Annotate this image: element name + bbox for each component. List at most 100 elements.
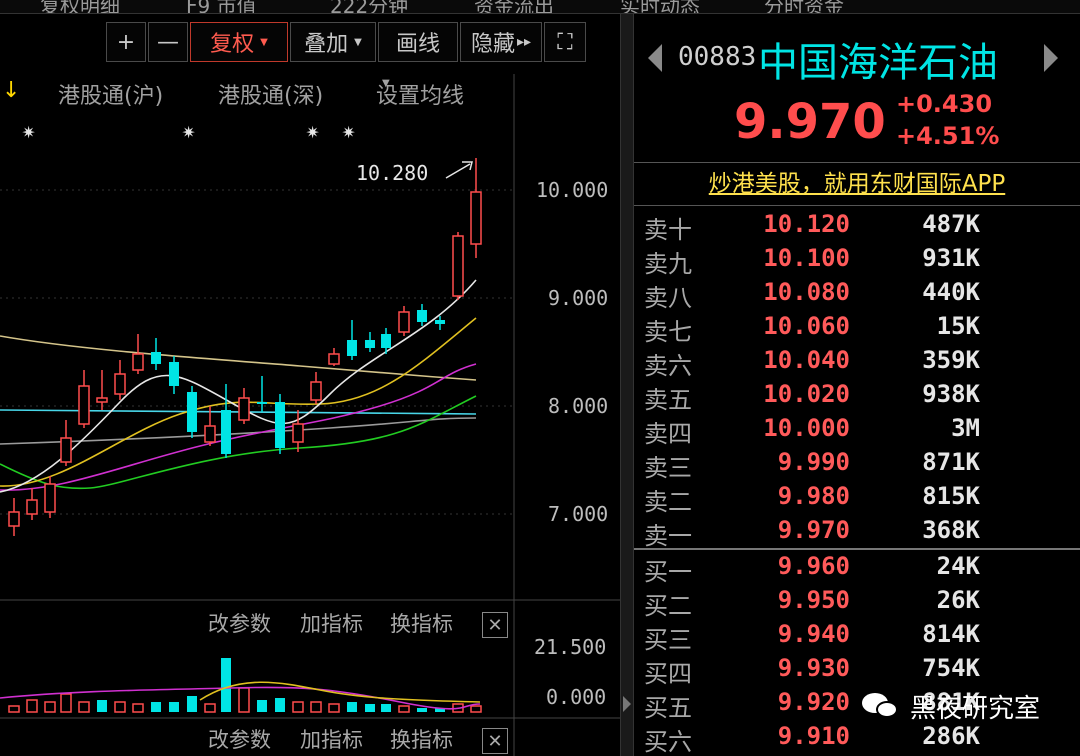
volume-bar bbox=[381, 704, 391, 712]
tab-item[interactable]: 资金流出 bbox=[474, 0, 554, 13]
candle-up[interactable] bbox=[44, 483, 56, 513]
add-indicator-button[interactable]: 加指标 bbox=[300, 724, 363, 754]
tab-item[interactable]: 复权明细 bbox=[40, 0, 120, 13]
book-price: 9.940 bbox=[777, 620, 850, 648]
peak-price-label: 10.280 bbox=[356, 161, 428, 185]
book-level-label: 买三 bbox=[644, 626, 692, 654]
ma-line-magenta bbox=[0, 363, 477, 491]
volume-axis-label: 21.500 bbox=[534, 635, 606, 659]
event-star-icon[interactable]: ✷ bbox=[22, 119, 35, 144]
book-level-label: 买二 bbox=[644, 592, 692, 620]
candle-up[interactable] bbox=[96, 397, 108, 403]
bid-row[interactable]: 买三 9.940 814K bbox=[634, 620, 1080, 654]
candle-down[interactable] bbox=[347, 340, 357, 356]
ask-row[interactable]: 卖十 10.120 487K bbox=[634, 210, 1080, 244]
bid-row[interactable]: 买四 9.930 754K bbox=[634, 654, 1080, 688]
book-price: 10.040 bbox=[763, 346, 850, 374]
next-stock-icon[interactable] bbox=[1044, 44, 1058, 72]
book-price: 9.950 bbox=[777, 586, 850, 614]
switch-indicator-button[interactable]: 换指标 bbox=[390, 724, 453, 754]
candle-down[interactable] bbox=[435, 320, 445, 324]
book-volume: 814K bbox=[922, 620, 980, 648]
modify-params-button[interactable]: 改参数 bbox=[208, 608, 271, 638]
candle-down[interactable] bbox=[257, 402, 267, 404]
book-volume: 871K bbox=[922, 448, 980, 476]
volume-bar bbox=[26, 699, 38, 713]
book-price: 9.990 bbox=[777, 448, 850, 476]
volume-bar bbox=[238, 687, 250, 713]
candle-up[interactable] bbox=[8, 511, 20, 527]
candle-down[interactable] bbox=[169, 362, 179, 386]
tab-item[interactable]: 分时资金 bbox=[764, 0, 844, 13]
event-star-icon[interactable]: ✷ bbox=[306, 119, 319, 144]
candle-up[interactable] bbox=[132, 353, 144, 371]
ask-row[interactable]: 卖五 10.020 938K bbox=[634, 380, 1080, 414]
candle-up[interactable] bbox=[26, 499, 38, 515]
candle-up[interactable] bbox=[78, 385, 90, 425]
switch-indicator-button[interactable]: 换指标 bbox=[390, 608, 453, 638]
close-icon[interactable]: ✕ bbox=[482, 728, 508, 754]
volume-bar bbox=[470, 705, 482, 713]
book-volume: 440K bbox=[922, 278, 980, 306]
candle-up[interactable] bbox=[310, 381, 322, 401]
kline-chart-panel: + — 复权 ▼ 叠加 ▼ 画线 隐藏 ▸▸ ⛶ ↓ 港股通(沪) 港股通(深)… bbox=[0, 14, 620, 756]
price-axis-label: 8.000 bbox=[548, 394, 608, 418]
ask-row[interactable]: 卖九 10.100 931K bbox=[634, 244, 1080, 278]
lower-indicator-toolbar: 改参数 加指标 换指标 bbox=[0, 724, 510, 754]
tab-item[interactable]: 222分钟 bbox=[330, 0, 408, 13]
ask-row[interactable]: 卖一 9.970 368K bbox=[634, 516, 1080, 550]
ask-row[interactable]: 卖二 9.980 815K bbox=[634, 482, 1080, 516]
candle-up[interactable] bbox=[398, 311, 410, 333]
candle-up[interactable] bbox=[238, 397, 250, 421]
book-volume: 26K bbox=[936, 586, 980, 614]
promo-link[interactable]: 炒港美股，就用东财国际APP bbox=[634, 162, 1080, 206]
book-price: 9.910 bbox=[777, 722, 850, 750]
candle-up[interactable] bbox=[204, 425, 216, 443]
book-price: 10.020 bbox=[763, 380, 850, 408]
panel-splitter[interactable] bbox=[620, 14, 634, 756]
candle-up[interactable] bbox=[470, 191, 482, 245]
ask-row[interactable]: 卖三 9.990 871K bbox=[634, 448, 1080, 482]
candle-up[interactable] bbox=[328, 353, 340, 365]
book-level-label: 卖五 bbox=[644, 386, 692, 414]
quote-panel: 00883 中国海洋石油 9.970 +0.430 +4.51% 炒港美股，就用… bbox=[634, 14, 1080, 756]
candle-up[interactable] bbox=[452, 235, 464, 297]
ask-row[interactable]: 卖四 10.000 3M bbox=[634, 414, 1080, 448]
book-price: 10.100 bbox=[763, 244, 850, 272]
ask-row[interactable]: 卖六 10.040 359K bbox=[634, 346, 1080, 380]
modify-params-button[interactable]: 改参数 bbox=[208, 724, 271, 754]
tab-item[interactable]: 实时动态 bbox=[620, 0, 700, 13]
book-volume: 368K bbox=[922, 516, 980, 544]
bid-row[interactable]: 买一 9.960 24K bbox=[634, 552, 1080, 586]
volume-bar bbox=[310, 701, 322, 713]
bid-row[interactable]: 买二 9.950 26K bbox=[634, 586, 1080, 620]
event-star-icon[interactable]: ✷ bbox=[182, 119, 195, 144]
candle-down[interactable] bbox=[365, 340, 375, 348]
candle-up[interactable] bbox=[114, 373, 126, 395]
ask-row[interactable]: 卖七 10.060 15K bbox=[634, 312, 1080, 346]
book-price: 9.930 bbox=[777, 654, 850, 682]
add-indicator-button[interactable]: 加指标 bbox=[300, 608, 363, 638]
book-price: 9.920 bbox=[777, 688, 850, 716]
candle-down[interactable] bbox=[151, 352, 161, 364]
volume-bar bbox=[114, 701, 126, 713]
ask-row[interactable]: 卖八 10.080 440K bbox=[634, 278, 1080, 312]
tab-item[interactable]: F9 市值 bbox=[186, 0, 257, 13]
candle-down[interactable] bbox=[275, 402, 285, 448]
volume-bar bbox=[204, 703, 216, 713]
volume-indicator-toolbar: 改参数 加指标 换指标 bbox=[0, 608, 510, 638]
close-icon[interactable]: ✕ bbox=[482, 612, 508, 638]
candle-up[interactable] bbox=[292, 423, 304, 443]
event-star-icon[interactable]: ✷ bbox=[342, 119, 355, 144]
book-volume: 754K bbox=[922, 654, 980, 682]
volume-bar bbox=[169, 702, 179, 712]
candlestick-chart[interactable]: ✷ ✷ ✷ ✷ 10.000 9.000 8.000 7.000 21.500 … bbox=[0, 14, 620, 756]
wechat-icon bbox=[862, 691, 902, 721]
candle-down[interactable] bbox=[381, 334, 391, 348]
candle-down[interactable] bbox=[221, 410, 231, 454]
expand-arrow-icon[interactable] bbox=[623, 696, 631, 712]
candle-up[interactable] bbox=[60, 437, 72, 463]
candle-down[interactable] bbox=[417, 310, 427, 322]
prev-stock-icon[interactable] bbox=[648, 44, 662, 72]
candle-down[interactable] bbox=[187, 392, 197, 432]
